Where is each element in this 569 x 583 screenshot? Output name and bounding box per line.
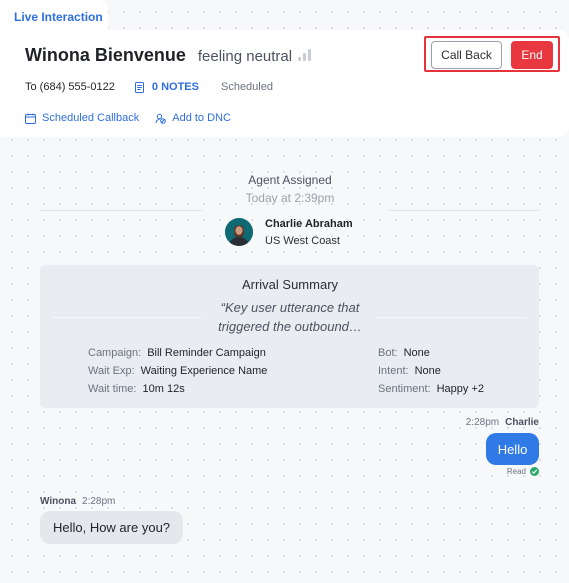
wait-time-value: 10m 12s: [142, 383, 185, 395]
contact-name-row: Winona Bienvenue feeling neutral: [25, 45, 312, 66]
bot-field: Bot: None: [378, 347, 430, 359]
sentiment-label: Sentiment:: [378, 383, 431, 395]
check-circle-icon: [530, 467, 539, 476]
avatar: [225, 218, 253, 246]
call-actions: Call Back End: [424, 36, 560, 72]
contact-name: Winona Bienvenue: [25, 45, 186, 65]
status-label: Scheduled: [220, 81, 273, 93]
add-to-dnc-link[interactable]: Add to DNC: [155, 112, 231, 124]
campaign-field: Campaign: Bill Reminder Campaign: [88, 347, 266, 359]
notes-count: 0 NOTES: [151, 81, 199, 93]
wait-time-field: Wait time: 10m 12s: [88, 383, 185, 395]
phone-number: To (684) 555-0122: [25, 81, 115, 93]
signal-bars-icon: [298, 49, 312, 61]
incoming-message-sender: Winona: [40, 496, 77, 507]
utterance-quote-line-1: “Key user utterance that: [220, 300, 360, 315]
notes-link[interactable]: 0 NOTES: [134, 81, 199, 93]
intent-label: Intent:: [378, 365, 409, 377]
bot-label: Bot:: [378, 347, 398, 359]
read-status: Read: [506, 467, 526, 476]
wait-exp-value: Waiting Experience Name: [140, 365, 268, 377]
document-icon: [134, 81, 144, 93]
bot-value: None: [403, 347, 430, 359]
summary-title: Arrival Summary: [241, 277, 339, 292]
wait-exp-label: Wait Exp:: [88, 365, 135, 377]
incoming-message-time: 2:28pm: [82, 496, 116, 507]
summary-divider-right: [376, 317, 526, 318]
outgoing-message-sender: Charlie: [505, 417, 539, 428]
contact-header-card: Winona Bienvenue feeling neutral Call Ba…: [0, 30, 569, 137]
sentiment-field: Sentiment: Happy +2: [378, 383, 484, 395]
sentiment-value: Happy +2: [436, 383, 484, 395]
summary-divider-left: [52, 317, 202, 318]
outgoing-message-bubble: Hello: [486, 433, 539, 465]
sentiment-label: feeling neutral: [197, 48, 293, 65]
read-receipt: Read: [507, 467, 539, 476]
utterance-quote-line-2: triggered the outbound…: [218, 319, 362, 334]
contact-meta-row: To (684) 555-0122 0 NOTES Scheduled: [25, 81, 273, 93]
campaign-value: Bill Reminder Campaign: [147, 347, 266, 359]
calendar-icon: [25, 113, 36, 124]
incoming-message-bubble: Hello, How are you?: [40, 511, 183, 544]
divider-left: [40, 210, 202, 211]
divider-right: [389, 210, 539, 211]
agent-location: US West Coast: [265, 235, 340, 247]
incoming-message-meta: Winona 2:28pm: [40, 496, 115, 507]
event-title: Agent Assigned: [248, 173, 332, 187]
outgoing-message-time: 2:28pm: [465, 417, 500, 428]
scheduled-callback-label: Scheduled Callback: [42, 112, 140, 124]
event-time: Today at 2:39pm: [245, 191, 335, 205]
intent-value: None: [414, 365, 441, 377]
intent-field: Intent: None: [378, 365, 441, 377]
scheduled-callback-link[interactable]: Scheduled Callback: [25, 112, 139, 124]
end-call-button[interactable]: End: [511, 41, 553, 69]
wait-exp-field: Wait Exp: Waiting Experience Name: [88, 365, 267, 377]
tab-live-interaction[interactable]: Live Interaction: [0, 0, 108, 32]
outgoing-message-meta: 2:28pm Charlie: [466, 417, 539, 428]
campaign-label: Campaign:: [88, 347, 142, 359]
quick-links: Scheduled Callback Add to DNC: [25, 112, 231, 124]
block-icon: [155, 113, 167, 124]
call-back-button[interactable]: Call Back: [431, 41, 502, 69]
wait-time-label: Wait time:: [88, 383, 137, 395]
add-to-dnc-label: Add to DNC: [172, 112, 231, 124]
agent-name: Charlie Abraham: [265, 218, 353, 230]
